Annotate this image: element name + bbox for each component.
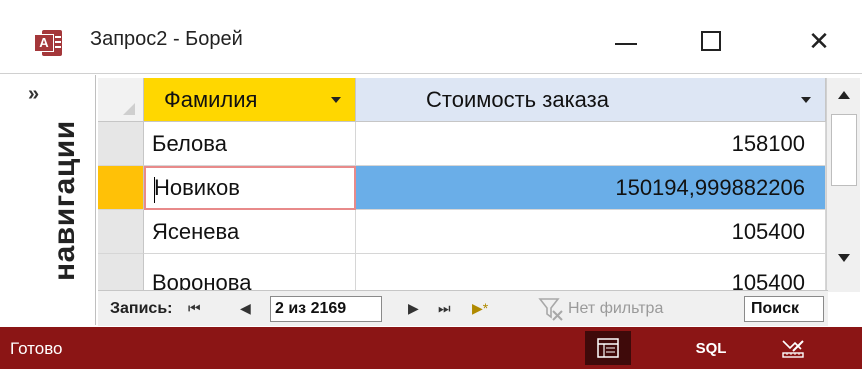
cell-order-cost[interactable]: 105400: [356, 210, 826, 254]
sql-view-button[interactable]: SQL: [688, 331, 734, 365]
title-bar[interactable]: A Запрос2 - Борей ✕: [0, 0, 862, 74]
cell-surname[interactable]: Ясенева: [144, 210, 356, 254]
status-text: Готово: [10, 339, 63, 358]
table-row-partial[interactable]: Воронова 105400: [98, 254, 826, 292]
cell-surname[interactable]: Воронова: [144, 254, 356, 292]
sql-view-label: SQL: [695, 339, 727, 357]
cell-order-cost[interactable]: 105400: [356, 254, 826, 292]
new-record-icon[interactable]: ▶*: [472, 300, 488, 317]
close-button[interactable]: ✕: [796, 18, 842, 64]
filter-status[interactable]: Нет фильтра: [568, 300, 663, 318]
current-record-field[interactable]: 2 из 2169: [270, 296, 382, 322]
filter-off-icon[interactable]: [538, 297, 564, 321]
scroll-up-button[interactable]: [827, 78, 861, 112]
first-record-icon[interactable]: ⏮: [188, 300, 201, 317]
status-bar: Готово SQL: [0, 327, 862, 369]
scrollbar-thumb[interactable]: [831, 114, 857, 186]
scroll-down-button[interactable]: [827, 241, 861, 275]
access-icon[interactable]: A: [34, 30, 62, 56]
select-all-corner[interactable]: [98, 78, 144, 122]
navigation-pane-label[interactable]: навигации: [48, 120, 82, 281]
cell-order-cost-selected[interactable]: 150194,999882206: [356, 166, 826, 210]
column-header-order-cost[interactable]: Стоимость заказа: [356, 78, 826, 122]
maximize-button[interactable]: [688, 18, 734, 64]
navigation-pane[interactable]: » навигации: [0, 75, 96, 325]
record-label: Запись:: [110, 300, 173, 317]
cell-surname-focused[interactable]: Новиков: [144, 166, 356, 210]
close-icon: ✕: [808, 25, 830, 56]
column-header-label: Стоимость заказа: [426, 86, 609, 112]
column-header-label: Фамилия: [164, 86, 258, 112]
record-selector[interactable]: [98, 122, 144, 166]
maximize-icon: [701, 31, 721, 51]
design-view-button[interactable]: [770, 331, 816, 365]
previous-record-icon[interactable]: ◀: [240, 300, 251, 317]
column-dropdown-icon[interactable]: [331, 97, 341, 103]
arrow-up-icon: [838, 91, 850, 99]
expand-nav-pane-icon[interactable]: »: [28, 83, 39, 106]
record-selector[interactable]: [98, 254, 144, 292]
vertical-scrollbar[interactable]: [826, 78, 860, 292]
record-selector-current[interactable]: [98, 166, 144, 210]
search-input[interactable]: Поиск: [744, 296, 824, 322]
minimize-button[interactable]: [603, 18, 649, 64]
column-header-surname[interactable]: Фамилия: [144, 78, 356, 122]
column-dropdown-icon[interactable]: [801, 97, 811, 103]
header-row: Фамилия Стоимость заказа: [98, 78, 826, 122]
datasheet-grid[interactable]: Фамилия Стоимость заказа Белова 158100 Н…: [98, 78, 826, 292]
window-title: Запрос2 - Борей: [90, 28, 243, 50]
cell-surname[interactable]: Белова: [144, 122, 356, 166]
design-icon: [782, 340, 804, 358]
next-record-icon[interactable]: ▶: [408, 300, 419, 317]
datasheet-view-button[interactable]: [585, 331, 631, 365]
record-navigation-bar: Запись: ⏮ ◀ 2 из 2169 ▶ ⏭ ▶* Нет фильтра…: [98, 290, 828, 326]
last-record-icon[interactable]: ⏭: [438, 300, 451, 317]
cell-order-cost[interactable]: 158100: [356, 122, 826, 166]
table-row[interactable]: Ясенева 105400: [98, 210, 826, 254]
minimize-icon: [615, 43, 637, 45]
table-row-current[interactable]: Новиков 150194,999882206: [98, 166, 826, 210]
arrow-down-icon: [838, 254, 850, 262]
table-row[interactable]: Белова 158100: [98, 122, 826, 166]
record-selector[interactable]: [98, 210, 144, 254]
datasheet-icon: [597, 338, 619, 358]
